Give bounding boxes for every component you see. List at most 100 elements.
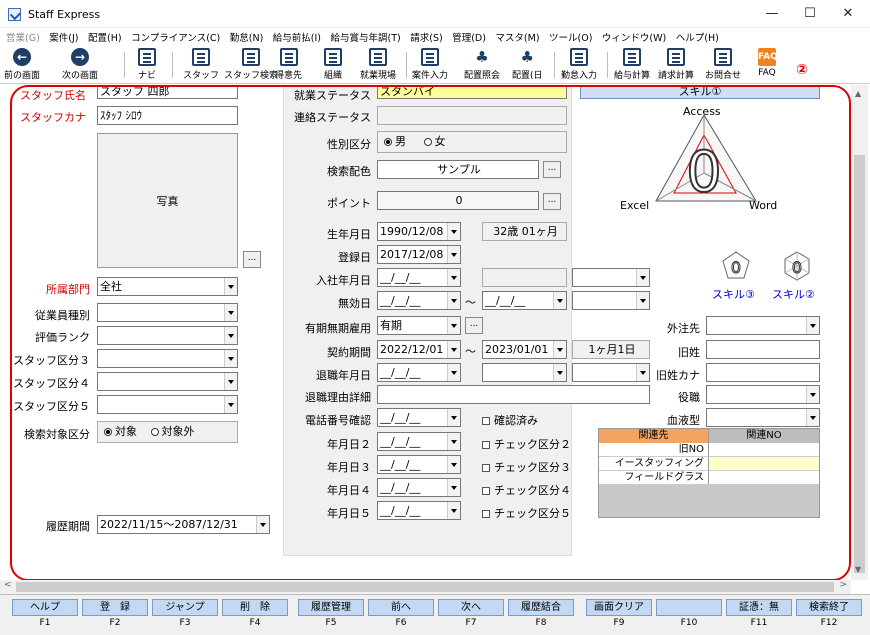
contract-to-select[interactable]: 2023/01/01: [482, 340, 567, 359]
pay-calc-button[interactable]: 給与計算: [614, 48, 650, 81]
date3-select[interactable]: __/__/__: [377, 455, 461, 474]
scroll-thumb[interactable]: [16, 582, 834, 592]
rank-select[interactable]: [97, 326, 238, 345]
attendance-entry-button[interactable]: 勤怠入力: [561, 48, 597, 81]
invalid-from-select[interactable]: __/__/__: [377, 291, 461, 310]
vertical-scrollbar[interactable]: ▲ ▼: [851, 85, 868, 580]
search-color-button[interactable]: ...: [543, 161, 561, 178]
skill2-mini-chart[interactable]: 0: [782, 251, 812, 281]
horizontal-scrollbar[interactable]: < >: [0, 580, 851, 594]
menu-compliance[interactable]: コンプライアンス(C): [131, 30, 220, 44]
old-kana-field[interactable]: [706, 363, 820, 382]
emp-type-select[interactable]: [97, 303, 238, 322]
navi-button[interactable]: ナビ: [138, 48, 156, 81]
menu-tools[interactable]: ツール(O): [549, 30, 592, 44]
retire-extra-select[interactable]: [482, 363, 567, 382]
female-radio[interactable]: 女: [423, 135, 446, 148]
f4-delete-button[interactable]: 削 除: [222, 599, 288, 616]
phone-check-date-select[interactable]: __/__/__: [377, 408, 461, 427]
table-row[interactable]: 旧NO: [599, 443, 819, 457]
check3-checkbox[interactable]: チェック区分３: [482, 459, 571, 475]
minimize-button[interactable]: —: [758, 5, 786, 23]
menu-advance-pay[interactable]: 給与前払(I): [273, 30, 321, 44]
maximize-button[interactable]: ☐: [796, 5, 824, 23]
inquiry-button[interactable]: お問合せ: [705, 48, 741, 81]
scroll-up-icon[interactable]: ▲: [855, 89, 861, 98]
search-color-field[interactable]: サンプル: [377, 160, 539, 179]
assign-day-button[interactable]: ♣ 配置(日: [512, 48, 543, 81]
site-button[interactable]: 就業現場: [360, 48, 396, 81]
retire-date-select[interactable]: __/__/__: [377, 363, 461, 382]
blood-type-select[interactable]: [706, 408, 820, 427]
f12-end-search-button[interactable]: 検索終了: [796, 599, 862, 616]
contract-from-select[interactable]: 2022/12/01: [377, 340, 461, 359]
staff-search-button[interactable]: スタッフ検索: [224, 48, 278, 81]
table-row[interactable]: フィールドグラス: [599, 471, 819, 485]
join-date-select[interactable]: __/__/__: [377, 268, 461, 287]
staff-button[interactable]: スタッフ: [183, 48, 219, 81]
invalid-extra-select[interactable]: [572, 291, 650, 310]
f3-jump-button[interactable]: ジャンプ: [152, 599, 218, 616]
staff-kana-field[interactable]: ｽﾀｯﾌ ｼﾛｳ: [97, 106, 238, 125]
point-field[interactable]: 0: [377, 191, 539, 210]
f8-history-merge-button[interactable]: 履歴結合: [508, 599, 574, 616]
menu-sales[interactable]: 営業(G): [6, 30, 40, 44]
skill2-link[interactable]: スキル②: [772, 286, 815, 302]
staff-name-field[interactable]: スタッフ 四郎: [97, 85, 238, 99]
org-button[interactable]: 組織: [324, 48, 342, 81]
scroll-thumb[interactable]: [854, 155, 865, 573]
skill3-link[interactable]: スキル③: [712, 286, 755, 302]
birth-date-select[interactable]: 1990/12/08: [377, 222, 461, 241]
skill3-mini-chart[interactable]: 0: [722, 251, 750, 279]
confirmed-checkbox[interactable]: 確認済み: [482, 412, 538, 428]
menu-admin[interactable]: 管理(D): [452, 30, 486, 44]
menu-master[interactable]: マスタ(M): [495, 30, 539, 44]
f11-evidence-button[interactable]: 証憑：無: [726, 599, 792, 616]
dept-select[interactable]: 全社: [97, 277, 238, 296]
work-status-field[interactable]: スタンバイ: [377, 85, 567, 99]
old-name-field[interactable]: [706, 340, 820, 359]
reg-date-select[interactable]: 2017/12/08: [377, 245, 461, 264]
staff-cat4-select[interactable]: [97, 372, 238, 391]
term-button[interactable]: ...: [465, 317, 483, 334]
check5-checkbox[interactable]: チェック区分５: [482, 505, 571, 521]
menu-payroll[interactable]: 給与賞与年調(T): [331, 30, 401, 44]
retire-extra2-select[interactable]: [572, 363, 650, 382]
menu-window[interactable]: ウィンドウ(W): [602, 30, 666, 44]
prev-screen-button[interactable]: ← 前の画面: [4, 48, 40, 81]
bill-calc-button[interactable]: 請求計算: [658, 48, 694, 81]
f1-help-button[interactable]: ヘルプ: [12, 599, 78, 616]
contact-status-field[interactable]: [377, 106, 567, 125]
f10-button[interactable]: [656, 599, 722, 616]
join-extra-select[interactable]: [572, 268, 650, 287]
outsource-select[interactable]: [706, 316, 820, 335]
f2-register-button[interactable]: 登 録: [82, 599, 148, 616]
menu-assign[interactable]: 配置(H): [88, 30, 122, 44]
date5-select[interactable]: __/__/__: [377, 501, 461, 520]
client-button[interactable]: 得意先: [275, 48, 302, 81]
target-on-radio[interactable]: 対象: [104, 425, 137, 438]
target-off-radio[interactable]: 対象外: [150, 425, 195, 438]
position-select[interactable]: [706, 385, 820, 404]
menu-help[interactable]: ヘルプ(H): [676, 30, 719, 44]
menu-attendance[interactable]: 勤怠(N): [230, 30, 264, 44]
menu-billing[interactable]: 請求(S): [410, 30, 442, 44]
f7-next-button[interactable]: 次へ: [438, 599, 504, 616]
f6-prev-button[interactable]: 前へ: [368, 599, 434, 616]
term-select[interactable]: 有期: [377, 316, 461, 335]
check2-checkbox[interactable]: チェック区分２: [482, 436, 571, 452]
job-entry-button[interactable]: 案件入力: [412, 48, 448, 81]
faq-button[interactable]: FAQ FAQ: [758, 48, 778, 78]
retire-reason-field[interactable]: [377, 385, 650, 404]
skill1-tab[interactable]: スキル①: [580, 85, 820, 99]
check4-checkbox[interactable]: チェック区分４: [482, 482, 571, 498]
f9-clear-button[interactable]: 画面クリア: [586, 599, 652, 616]
next-screen-button[interactable]: → 次の画面: [62, 48, 98, 81]
invalid-to-select[interactable]: __/__/__: [482, 291, 567, 310]
history-period-select[interactable]: 2022/11/15～2087/12/31: [97, 515, 270, 534]
point-button[interactable]: ...: [543, 193, 561, 210]
close-button[interactable]: ✕: [834, 5, 862, 23]
menu-job[interactable]: 案件(J): [49, 30, 78, 44]
scroll-right-icon[interactable]: >: [839, 580, 847, 590]
scroll-down-icon[interactable]: ▼: [855, 565, 861, 574]
